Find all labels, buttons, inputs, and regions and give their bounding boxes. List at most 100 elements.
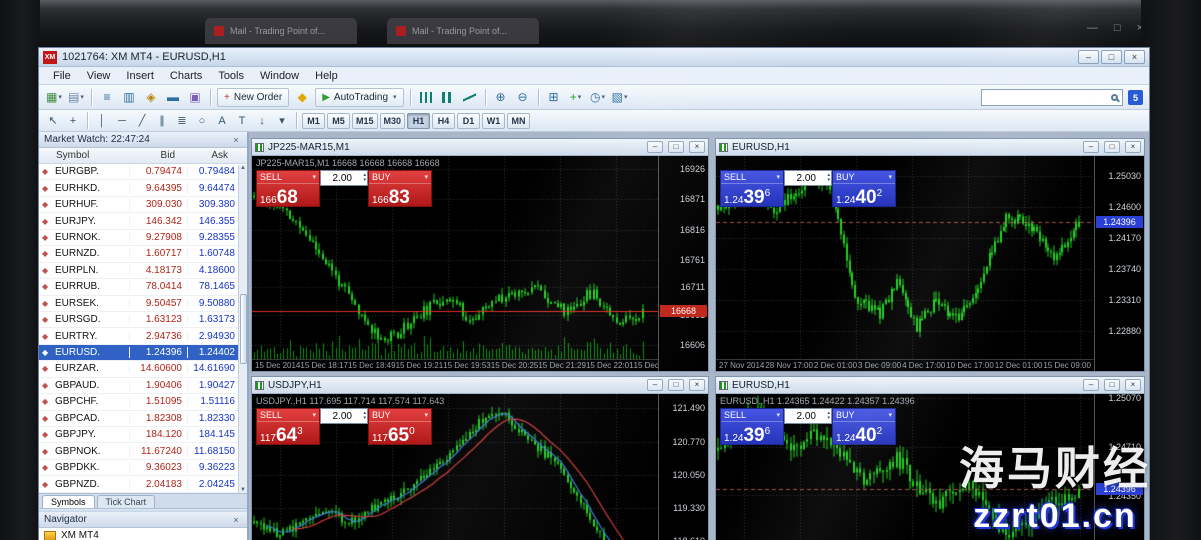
close-button[interactable]: × bbox=[1124, 50, 1145, 64]
spin-down-icon[interactable]: ▾ bbox=[363, 416, 366, 421]
market-watch-row[interactable]: ◆EURUSD.1.243961.24402 bbox=[39, 345, 238, 361]
volume-field[interactable]: 2.00▴▾ bbox=[320, 408, 368, 424]
menu-charts[interactable]: Charts bbox=[162, 69, 210, 83]
chart-titlebar[interactable]: EURUSD,H1–□× bbox=[716, 139, 1144, 156]
market-watch-row[interactable]: ◆GBPAUD.1.904061.90427 bbox=[39, 378, 238, 394]
scrollbar-thumb[interactable] bbox=[240, 294, 247, 364]
chart-minimize-button[interactable]: – bbox=[1083, 141, 1099, 153]
fibonacci-icon[interactable]: ≣ bbox=[173, 112, 191, 129]
data-window-icon[interactable]: ▥ bbox=[119, 88, 139, 107]
sell-button[interactable]: SELL▾117643 bbox=[256, 408, 320, 445]
period-d1[interactable]: D1 bbox=[457, 113, 480, 129]
vertical-line-icon[interactable]: │ bbox=[93, 112, 111, 129]
chart-close-button[interactable]: × bbox=[689, 379, 705, 391]
period-h1[interactable]: H1 bbox=[407, 113, 430, 129]
market-watch-row[interactable]: ◆EURSEK.9.504579.50880 bbox=[39, 296, 238, 312]
column-header-ask[interactable]: Ask bbox=[187, 150, 240, 161]
browser-tab[interactable]: Mail - Trading Point of... bbox=[205, 18, 357, 44]
autotrading-button[interactable]: ▶AutoTrading▾ bbox=[315, 88, 403, 107]
market-watch-row[interactable]: ◆GBPCAD.1.823081.82330 bbox=[39, 411, 238, 427]
browser-control-icon[interactable]: □ bbox=[1114, 22, 1121, 34]
close-icon[interactable]: × bbox=[230, 135, 242, 145]
period-w1[interactable]: W1 bbox=[482, 113, 505, 129]
chart-maximize-button[interactable]: □ bbox=[1104, 141, 1120, 153]
navigator-item[interactable]: XM MT4 bbox=[39, 528, 247, 540]
strategy-tester-icon[interactable]: ▣ bbox=[185, 88, 205, 107]
buy-button[interactable]: BUY▾16683 bbox=[368, 170, 432, 207]
timeframes-icon[interactable]: ◷▾ bbox=[588, 88, 608, 107]
more-tools-icon[interactable]: ▾ bbox=[273, 112, 291, 129]
maximize-button[interactable]: □ bbox=[1101, 50, 1122, 64]
market-watch-row[interactable]: ◆EURHKD.9.643959.64474 bbox=[39, 180, 238, 196]
templates-icon[interactable]: ▧▾ bbox=[610, 88, 630, 107]
chart-maximize-button[interactable]: □ bbox=[668, 379, 684, 391]
profiles-icon[interactable]: ▤▾ bbox=[66, 88, 86, 107]
menu-view[interactable]: View bbox=[79, 69, 119, 83]
chart-titlebar[interactable]: USDJPY,H1–□× bbox=[252, 377, 708, 394]
metaeditor-icon[interactable]: ◆ bbox=[292, 88, 312, 107]
arrows-icon[interactable]: ↓ bbox=[253, 112, 271, 129]
sell-button[interactable]: SELL▾1.24396 bbox=[720, 170, 784, 207]
window-titlebar[interactable]: XM 1021764: XM MT4 - EURUSD,H1 –□× bbox=[39, 48, 1149, 67]
menu-window[interactable]: Window bbox=[252, 69, 307, 83]
period-h4[interactable]: H4 bbox=[432, 113, 455, 129]
chart-close-button[interactable]: × bbox=[689, 141, 705, 153]
column-header-bid[interactable]: Bid bbox=[129, 150, 187, 161]
chart-candles-icon[interactable] bbox=[438, 88, 458, 107]
market-watch-scrollbar[interactable]: ▲ ▼ bbox=[238, 165, 247, 493]
toolbar-overflow-badge[interactable]: 5 bbox=[1128, 90, 1143, 105]
indicators-icon[interactable]: +▾ bbox=[566, 88, 586, 107]
period-mn[interactable]: MN bbox=[507, 113, 530, 129]
buy-button[interactable]: BUY▾1.24402 bbox=[832, 170, 896, 207]
spin-down-icon[interactable]: ▾ bbox=[827, 416, 830, 421]
close-icon[interactable]: × bbox=[230, 515, 242, 525]
market-watch-row[interactable]: ◆GBPNZD.2.041832.04245 bbox=[39, 476, 238, 492]
period-m1[interactable]: M1 bbox=[302, 113, 325, 129]
new-chart-icon[interactable]: ▦▾ bbox=[44, 88, 64, 107]
period-m15[interactable]: M15 bbox=[352, 113, 378, 129]
text-label-icon[interactable]: T bbox=[233, 112, 251, 129]
chart-maximize-button[interactable]: □ bbox=[1104, 379, 1120, 391]
chart-line-icon[interactable] bbox=[460, 88, 480, 107]
market-watch-row[interactable]: ◆EURNZD.1.607171.60748 bbox=[39, 246, 238, 262]
market-watch-row[interactable]: ◆EURHUF.309.030309.380 bbox=[39, 197, 238, 213]
search-input[interactable] bbox=[986, 91, 1111, 104]
spin-down-icon[interactable]: ▾ bbox=[827, 178, 830, 183]
market-watch-row[interactable]: ◆EURSGD.1.631231.63173 bbox=[39, 312, 238, 328]
chart-close-button[interactable]: × bbox=[1125, 379, 1141, 391]
menu-help[interactable]: Help bbox=[307, 69, 346, 83]
tile-windows-icon[interactable]: ⊞ bbox=[544, 88, 564, 107]
trendline-icon[interactable]: ╱ bbox=[133, 112, 151, 129]
column-header-symbol[interactable]: Symbol bbox=[39, 150, 129, 161]
scroll-up-icon[interactable]: ▲ bbox=[240, 165, 246, 171]
buy-button[interactable]: BUY▾1.24402 bbox=[832, 408, 896, 445]
market-watch-row[interactable]: ◆EURPLN.4.181734.18600 bbox=[39, 263, 238, 279]
market-watch-row[interactable]: ◆EURJPY.146.342146.355 bbox=[39, 213, 238, 229]
market-watch-row[interactable]: ◆GBPJPY.184.120184.145 bbox=[39, 427, 238, 443]
new-order-button[interactable]: +New Order bbox=[217, 88, 289, 107]
text-icon[interactable]: A bbox=[213, 112, 231, 129]
menu-insert[interactable]: Insert bbox=[118, 69, 162, 83]
shapes-icon[interactable]: ○ bbox=[193, 112, 211, 129]
period-m30[interactable]: M30 bbox=[380, 113, 406, 129]
navigator-icon[interactable]: ◈ bbox=[141, 88, 161, 107]
browser-control-icon[interactable]: — bbox=[1087, 22, 1098, 34]
market-watch-row[interactable]: ◆EURTRY.2.947362.94930 bbox=[39, 328, 238, 344]
market-watch-row[interactable]: ◆EURNOK.9.279089.28355 bbox=[39, 230, 238, 246]
volume-field[interactable]: 2.00▴▾ bbox=[784, 408, 832, 424]
volume-spinner[interactable]: ▴▾ bbox=[827, 173, 831, 183]
zoom-out-icon[interactable]: ⊖ bbox=[513, 88, 533, 107]
spin-down-icon[interactable]: ▾ bbox=[363, 178, 366, 183]
tab-symbols[interactable]: Symbols bbox=[42, 495, 95, 508]
volume-field[interactable]: 2.00▴▾ bbox=[320, 170, 368, 186]
volume-spinner[interactable]: ▴▾ bbox=[363, 173, 367, 183]
market-watch-row[interactable]: ◆EURRUB.78.041478.1465 bbox=[39, 279, 238, 295]
equidistant-channel-icon[interactable]: ∥ bbox=[153, 112, 171, 129]
volume-spinner[interactable]: ▴▾ bbox=[363, 411, 367, 421]
browser-tab[interactable]: Mail - Trading Point of... bbox=[387, 18, 539, 44]
search-icon[interactable] bbox=[1111, 94, 1118, 101]
chart-titlebar[interactable]: JP225-MAR15,M1–□× bbox=[252, 139, 708, 156]
market-watch-row[interactable]: ◆GBPNOK.11.6724011.68150 bbox=[39, 443, 238, 459]
period-m5[interactable]: M5 bbox=[327, 113, 350, 129]
menu-tools[interactable]: Tools bbox=[210, 69, 252, 83]
